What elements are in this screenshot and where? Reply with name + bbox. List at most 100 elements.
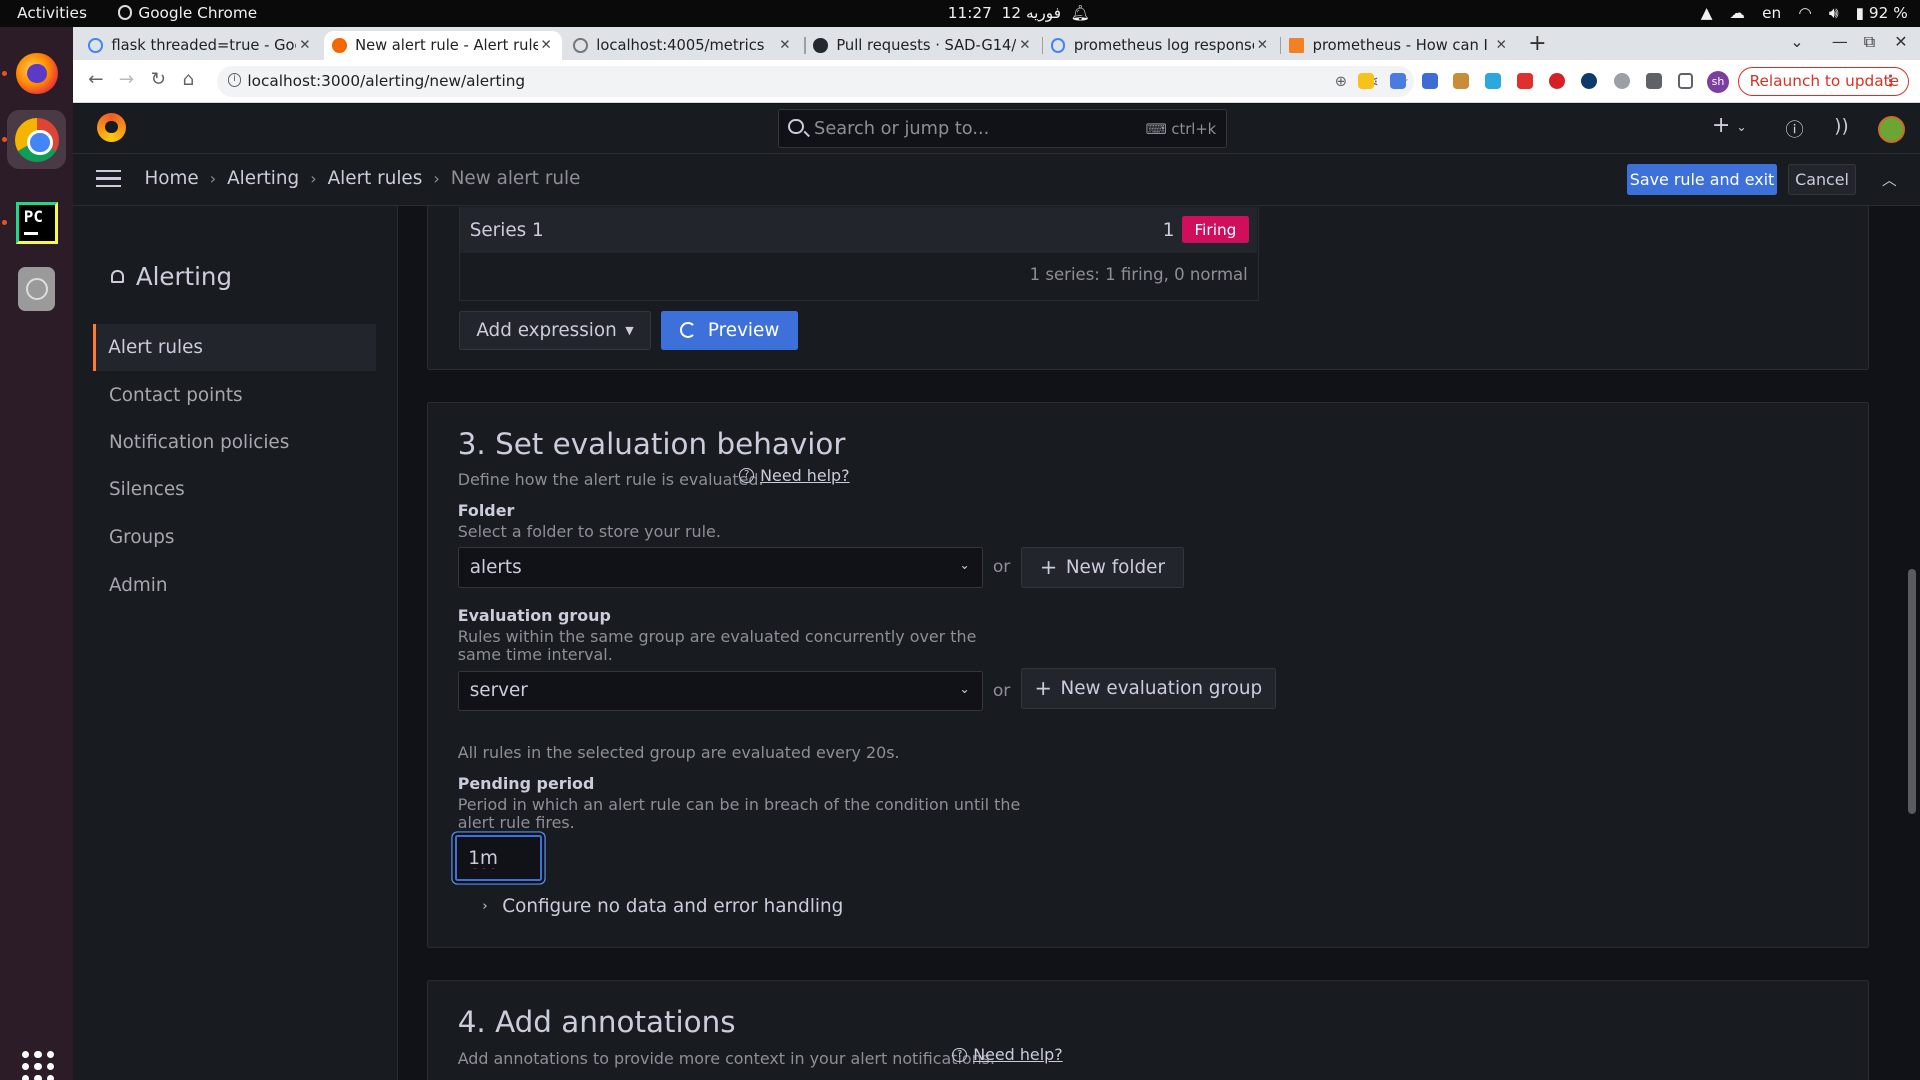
browser-tab[interactable]: prometheus - How can I n ✕ [1282,31,1517,60]
relaunch-button[interactable]: Relaunch to update ⋮ [1737,67,1909,96]
tab-search-icon[interactable]: ⌄ [1790,32,1803,51]
browser-tab[interactable]: Pull requests · SAD-G14/S ✕ [806,31,1041,60]
extension-icon[interactable] [1485,73,1502,90]
need-help-link[interactable]: ? Need help? [739,466,850,485]
close-icon[interactable]: ✕ [1493,38,1510,53]
breadcrumb-alerting[interactable]: Alerting [227,168,299,189]
refresh-icon [679,322,696,339]
browser-tab[interactable]: prometheus log response ✕ [1043,31,1278,60]
add-expression-button[interactable]: Add expression ▼ [458,310,652,350]
configure-no-data-toggle[interactable]: › Configure no data and error handling [482,896,843,917]
menu-hamburger-icon[interactable] [95,170,122,188]
news-rss-icon[interactable]: )) [1834,116,1848,137]
site-info-icon[interactable]: i [227,73,242,87]
bell-icon [111,269,124,284]
home-icon[interactable]: ⌂ [182,69,194,90]
browser-tab[interactable]: flask threaded=true - Goo ✕ [81,31,321,60]
close-icon[interactable]: ✕ [1254,38,1271,53]
evaluation-group-select[interactable]: server ⌄ [457,670,983,712]
save-rule-and-exit-button[interactable]: Save rule and exit [1627,164,1777,195]
zoom-icon[interactable]: ⊕ [1335,73,1347,90]
translate-extension-icon[interactable] [1389,73,1406,90]
dock-chrome[interactable] [7,110,67,169]
series-summary: 1 series: 1 firing, 0 normal [1029,265,1248,285]
dock-pycharm[interactable]: PC [7,193,66,252]
profile-avatar[interactable]: sh [1706,71,1729,94]
back-icon[interactable]: ← [88,69,103,90]
cloud-icon: ☁ [1729,4,1745,23]
url-text[interactable]: localhost:3000/alerting/new/alerting [247,72,525,90]
extension-icon[interactable] [1580,73,1597,90]
close-icon[interactable]: ✕ [296,38,313,53]
close-icon[interactable]: ✕ [538,38,555,53]
sidebar-item-groups[interactable]: Groups [93,514,376,561]
opera-extension-icon[interactable] [1548,73,1565,90]
need-help-text[interactable]: Need help? [973,1045,1062,1064]
help-icon[interactable]: ⓘ [1785,116,1803,142]
folder-select[interactable]: alerts ⌄ [457,547,983,588]
evaluation-group-label: Evaluation group [457,605,611,625]
chevron-up-icon[interactable]: ︿ [1882,169,1897,190]
notification-bell-icon: 🔔︎ [1070,3,1091,22]
close-icon[interactable]: ✕ [776,38,793,53]
screen: Activities Google Chrome 11:27 12 فوريه … [0,0,1920,1080]
dock-app[interactable] [7,260,66,319]
show-apps-icon[interactable] [22,1050,54,1080]
dock-firefox[interactable] [7,44,66,103]
chrome-icon [14,117,59,162]
extension-icon[interactable] [1613,73,1630,90]
section-title: 3. Set evaluation behavior [457,427,846,462]
preview-button[interactable]: Preview [660,310,799,350]
new-evaluation-group-button[interactable]: + New evaluation group [1020,668,1276,709]
sidebar-item-notification-policies[interactable]: Notification policies [93,419,376,466]
pending-period-field[interactable] [455,834,543,882]
user-avatar[interactable] [1878,116,1906,144]
breadcrumb-home[interactable]: Home [144,168,198,189]
grafana-logo-icon[interactable] [96,112,127,143]
cancel-button[interactable]: Cancel [1787,164,1857,195]
reload-icon[interactable]: ↻ [151,69,166,90]
sidebar-item-admin[interactable]: Admin [93,562,376,609]
new-tab-button[interactable]: + [1528,31,1546,56]
sidebar-item-contact-points[interactable]: Contact points [93,372,376,419]
close-icon[interactable]: ✕ [1016,38,1033,53]
globe-icon [573,37,588,53]
new-plus-icon[interactable]: + [1712,113,1730,138]
extension-icon[interactable] [1517,73,1534,90]
need-help-link[interactable]: ? Need help? [952,1045,1063,1064]
system-tray[interactable]: ▲ ☁ en ◠ 🔊︎ ▮ 92 % [1701,4,1908,23]
browser-tab-active[interactable]: New alert rule - Alert rule ✕ [324,30,563,60]
series-value: 1 [1162,220,1175,242]
extension-icon[interactable] [1357,73,1374,90]
puzzle-extensions-icon[interactable] [1645,73,1662,90]
need-help-text[interactable]: Need help? [760,466,849,485]
grafana-top-nav: Search or jump to... ⌨ ctrl+k + ⌄ ⓘ )) [73,104,1920,155]
extension-icon[interactable] [1453,73,1470,90]
minimize-icon[interactable]: — [1832,32,1848,51]
restore-icon[interactable]: ⧉ [1864,32,1875,52]
breadcrumb-alert-rules[interactable]: Alert rules [328,168,423,189]
scrollbar[interactable] [1907,569,1917,815]
search-bar[interactable]: Search or jump to... ⌨ ctrl+k [777,108,1227,149]
alerting-sidebar: Alerting Alert rules Contact points Noti… [73,205,398,1080]
grafana-icon [331,37,347,53]
sidebar-item-silences[interactable]: Silences [93,467,376,514]
sidebar-item-alert-rules[interactable]: Alert rules [93,324,376,371]
forward-icon[interactable]: → [119,69,134,90]
browser-tab[interactable]: localhost:4005/metrics ✕ [566,31,801,60]
search-shortcut: ctrl+k [1171,120,1217,138]
close-window-icon[interactable]: ✕ [1894,32,1907,51]
new-folder-button[interactable]: + New folder [1020,547,1184,588]
extension-icon[interactable] [1421,73,1438,90]
clock[interactable]: 11:27 12 فوريه 🔔︎ [948,4,1090,22]
focused-app-menu[interactable]: Google Chrome [117,4,257,22]
input-language[interactable]: en [1762,4,1781,22]
address-bar[interactable]: i localhost:3000/alerting/new/alerting ⊕… [216,66,1415,97]
pending-period-input[interactable] [457,836,541,880]
chevron-down-icon[interactable]: ⌄ [1736,120,1746,134]
question-circle-icon: ? [952,1047,968,1063]
chevron-down-icon: ⌄ [959,681,970,696]
activities-button[interactable]: Activities [17,4,87,22]
side-panel-icon[interactable] [1677,73,1694,90]
volume-icon: 🔊︎ [1828,3,1839,22]
